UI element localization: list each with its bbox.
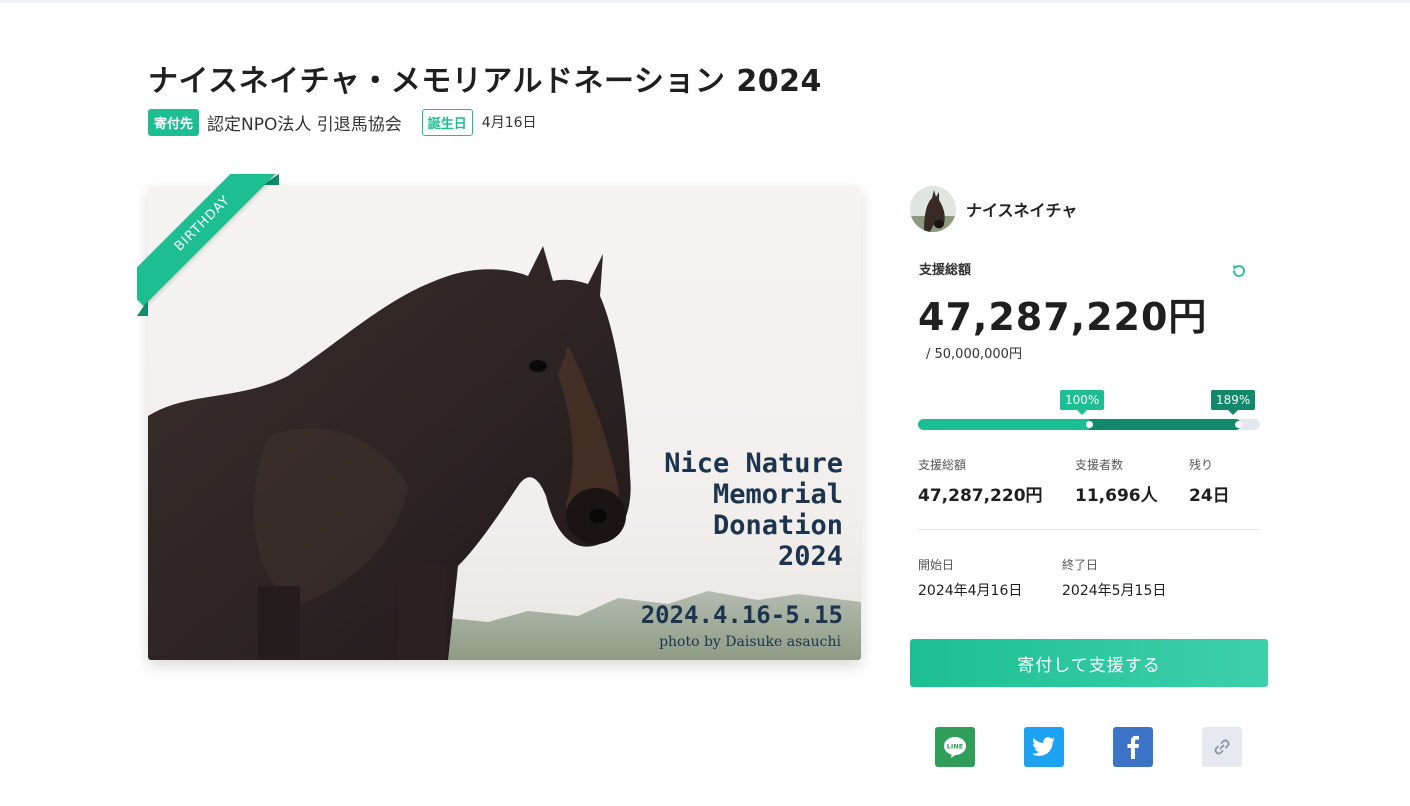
birthday-tag: 誕生日 bbox=[421, 108, 473, 136]
top-border bbox=[0, 0, 1410, 3]
hero-title-line: Memorial bbox=[712, 479, 843, 510]
progress-label: 189% bbox=[1211, 390, 1256, 415]
birthday-date: 4月16日 bbox=[481, 115, 537, 131]
twitter-icon bbox=[1032, 737, 1055, 756]
progress-fill-over bbox=[1089, 419, 1242, 430]
link-icon bbox=[1214, 739, 1230, 755]
horse-name[interactable]: ナイスネイチャ bbox=[966, 197, 1077, 221]
date-label: 開始日 bbox=[918, 558, 955, 572]
recipient-name[interactable]: 認定NPO法人 引退馬協会 bbox=[207, 110, 402, 135]
hero-title-line: Nice Nature bbox=[664, 448, 843, 479]
stat-label: 支援者数 bbox=[1075, 458, 1124, 472]
avatar[interactable] bbox=[910, 186, 956, 232]
date-value: 2024年5月15日 bbox=[1062, 583, 1167, 599]
campaign-meta: 寄付先 認定NPO法人 引退馬協会 誕生日 4月16日 bbox=[148, 108, 537, 136]
start-date: 開始日 2024年4月16日 bbox=[918, 556, 1022, 600]
refresh-icon[interactable] bbox=[1230, 262, 1248, 280]
line-logo-text: LINE bbox=[947, 743, 963, 751]
line-icon: LINE bbox=[944, 737, 966, 758]
progress-milestone-dot bbox=[1085, 421, 1093, 428]
hero-title-line: 2024 bbox=[777, 541, 843, 572]
stat-total: 支援総額 47,287,220円 bbox=[918, 456, 1043, 506]
twitter-share-button[interactable] bbox=[1024, 727, 1064, 767]
total-amount: 47,287,220円 bbox=[918, 295, 1208, 339]
copy-link-button[interactable] bbox=[1202, 727, 1242, 767]
photo-credit: photo by Daisuke asauchi bbox=[659, 634, 841, 650]
goal-amount: / 50,000,000円 bbox=[926, 347, 1022, 362]
stat-label: 支援総額 bbox=[918, 458, 967, 472]
stat-supporters: 支援者数 11,696人 bbox=[1075, 456, 1158, 506]
total-label: 支援総額 bbox=[919, 263, 972, 278]
recipient-tag: 寄付先 bbox=[148, 108, 200, 136]
milestone-label: 100% bbox=[1060, 390, 1105, 415]
hero-title: Nice Nature Memorial Donation 2024 bbox=[664, 448, 843, 572]
progress-fill-goal bbox=[918, 419, 1089, 430]
stat-value: 47,287,220円 bbox=[918, 486, 1043, 506]
stat-value: 11,696人 bbox=[1075, 486, 1158, 506]
birthday-ribbon-label: BIRTHDAY bbox=[137, 174, 279, 307]
divider bbox=[918, 529, 1260, 530]
line-share-button[interactable]: LINE bbox=[935, 727, 975, 767]
stat-value: 24日 bbox=[1189, 486, 1230, 506]
hero-title-line: Donation bbox=[712, 510, 843, 541]
facebook-icon bbox=[1127, 735, 1139, 759]
donate-button[interactable]: 寄付して支援する bbox=[910, 639, 1268, 687]
date-value: 2024年4月16日 bbox=[918, 583, 1023, 599]
stat-remaining: 残り 24日 bbox=[1189, 456, 1230, 506]
date-label: 終了日 bbox=[1062, 558, 1099, 572]
stat-label: 残り bbox=[1189, 458, 1214, 472]
horse-profile[interactable]: ナイスネイチャ bbox=[910, 186, 1077, 232]
page-title: ナイスネイチャ・メモリアルドネーション 2024 bbox=[148, 64, 822, 99]
hero-dates: 2024.4.16-5.15 bbox=[640, 601, 843, 629]
end-date: 終了日 2024年5月15日 bbox=[1062, 556, 1166, 600]
birthday-ribbon: BIRTHDAY bbox=[137, 174, 279, 316]
facebook-share-button[interactable] bbox=[1113, 727, 1153, 767]
